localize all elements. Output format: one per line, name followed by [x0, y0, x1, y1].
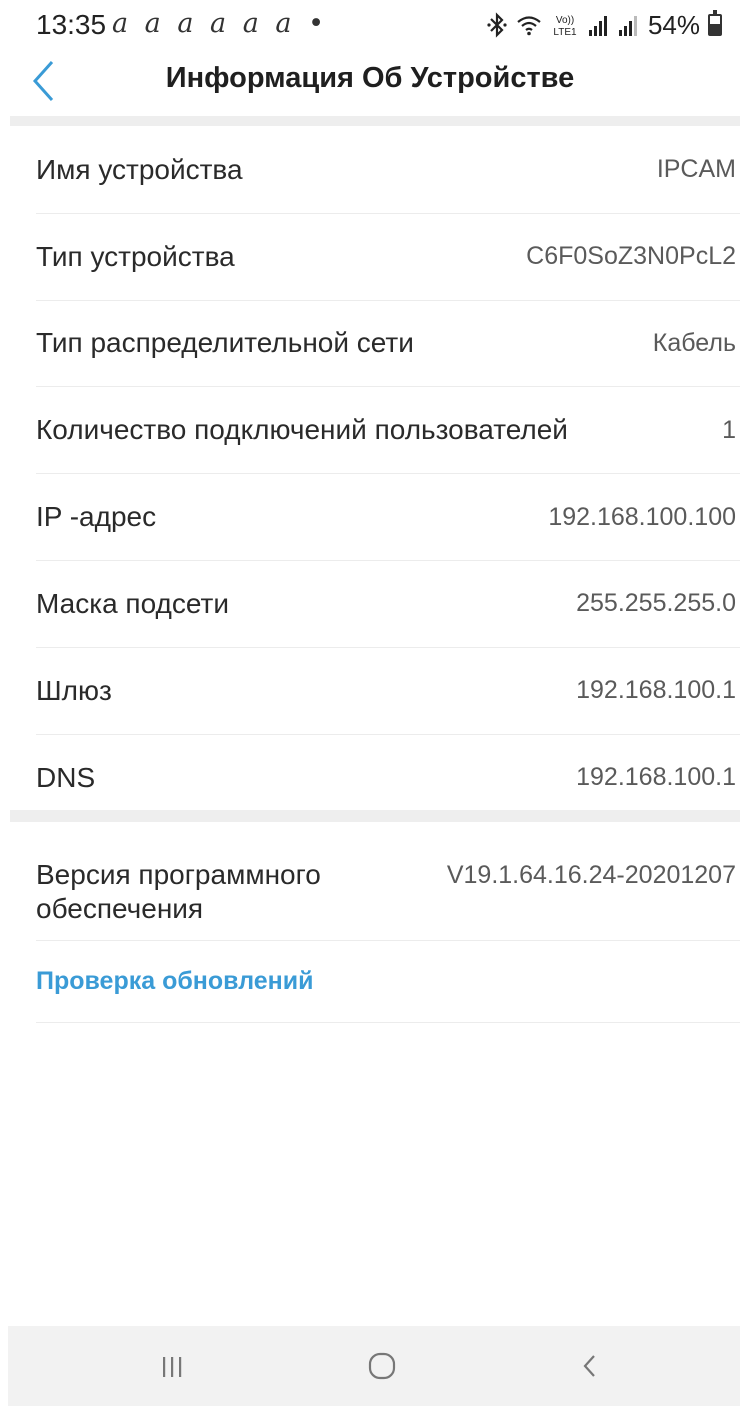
check-updates-row[interactable]: Проверка обновлений [36, 941, 740, 1023]
battery-icon [708, 10, 722, 36]
list-item: IP -адрес 192.168.100.100 [36, 474, 740, 561]
firmware-label: Версия программного обеспечения [36, 859, 321, 924]
firmware-version: V19.1.64.16.24-20201207 [446, 861, 736, 889]
row-label: Тип распределительной сети [36, 327, 414, 359]
nav-back-button[interactable] [540, 1326, 640, 1406]
row-label: Шлюз [36, 674, 112, 706]
battery-level [710, 24, 720, 34]
recents-icon [163, 1357, 182, 1377]
status-indicators: Vo)) LTE1 54% [486, 9, 722, 41]
home-icon [368, 1352, 396, 1380]
bluetooth-icon [486, 12, 508, 38]
row-label: Тип устройства [36, 240, 235, 272]
row-label: Имя устройства [36, 153, 243, 185]
home-button[interactable] [332, 1326, 432, 1406]
row-label: Количество подключений пользователей [36, 414, 568, 446]
row-value: IPCAM [656, 155, 736, 184]
page-title: Информация Об Устройстве [165, 62, 575, 94]
signal-icon [588, 13, 610, 37]
list-item: Шлюз 192.168.100.1 [36, 648, 740, 735]
section-divider [10, 116, 740, 126]
list-item: Тип устройства C6F0SoZ3N0PcL2 [36, 214, 740, 301]
row-value: 192.168.100.1 [576, 676, 736, 705]
row-value: C6F0SoZ3N0PcL2 [526, 242, 736, 271]
signal-icon [618, 13, 640, 37]
wifi-icon [516, 13, 542, 37]
back-icon [583, 1355, 595, 1377]
device-info-list: Имя устройства IPCAM Тип устройства C6F0… [36, 127, 740, 821]
list-item: Тип распределительной сети Кабель [36, 301, 740, 388]
row-value: 255.255.255.0 [576, 589, 736, 618]
firmware-section: Версия программного обеспечения V19.1.64… [36, 826, 740, 1023]
firmware-row: Версия программного обеспечения V19.1.64… [36, 826, 740, 941]
row-label: Маска подсети [36, 587, 229, 619]
check-updates-link[interactable]: Проверка обновлений [36, 967, 314, 996]
row-value: Кабель [652, 328, 736, 357]
list-item: Имя устройства IPCAM [36, 127, 740, 214]
svg-text:Vo)): Vo)) [556, 15, 574, 26]
status-bar: 13:35 a a a a a a • Vo)) LTE1 54% [0, 0, 740, 50]
svg-text:LTE1: LTE1 [553, 27, 577, 38]
battery-percent: 54% [647, 9, 700, 40]
row-label: DNS [36, 761, 96, 793]
list-item: Маска подсети 255.255.255.0 [36, 561, 740, 648]
row-value: 192.168.100.100 [548, 502, 736, 531]
row-label: IP -адрес [36, 501, 157, 533]
volte-lte-icon: Vo)) LTE1 [550, 12, 580, 38]
app-header: Информация Об Устройстве [0, 50, 740, 118]
row-value: 192.168.100.1 [576, 763, 736, 792]
list-item: DNS 192.168.100.1 [36, 735, 740, 822]
section-divider [10, 810, 740, 822]
notification-icons: a a a a a a • [112, 8, 329, 39]
list-item: Количество подключений пользователей 1 [36, 387, 740, 475]
status-time: 13:35 [36, 9, 107, 40]
row-value: 1 [722, 415, 736, 444]
recents-button[interactable] [122, 1326, 222, 1406]
system-nav-bar [8, 1326, 740, 1406]
